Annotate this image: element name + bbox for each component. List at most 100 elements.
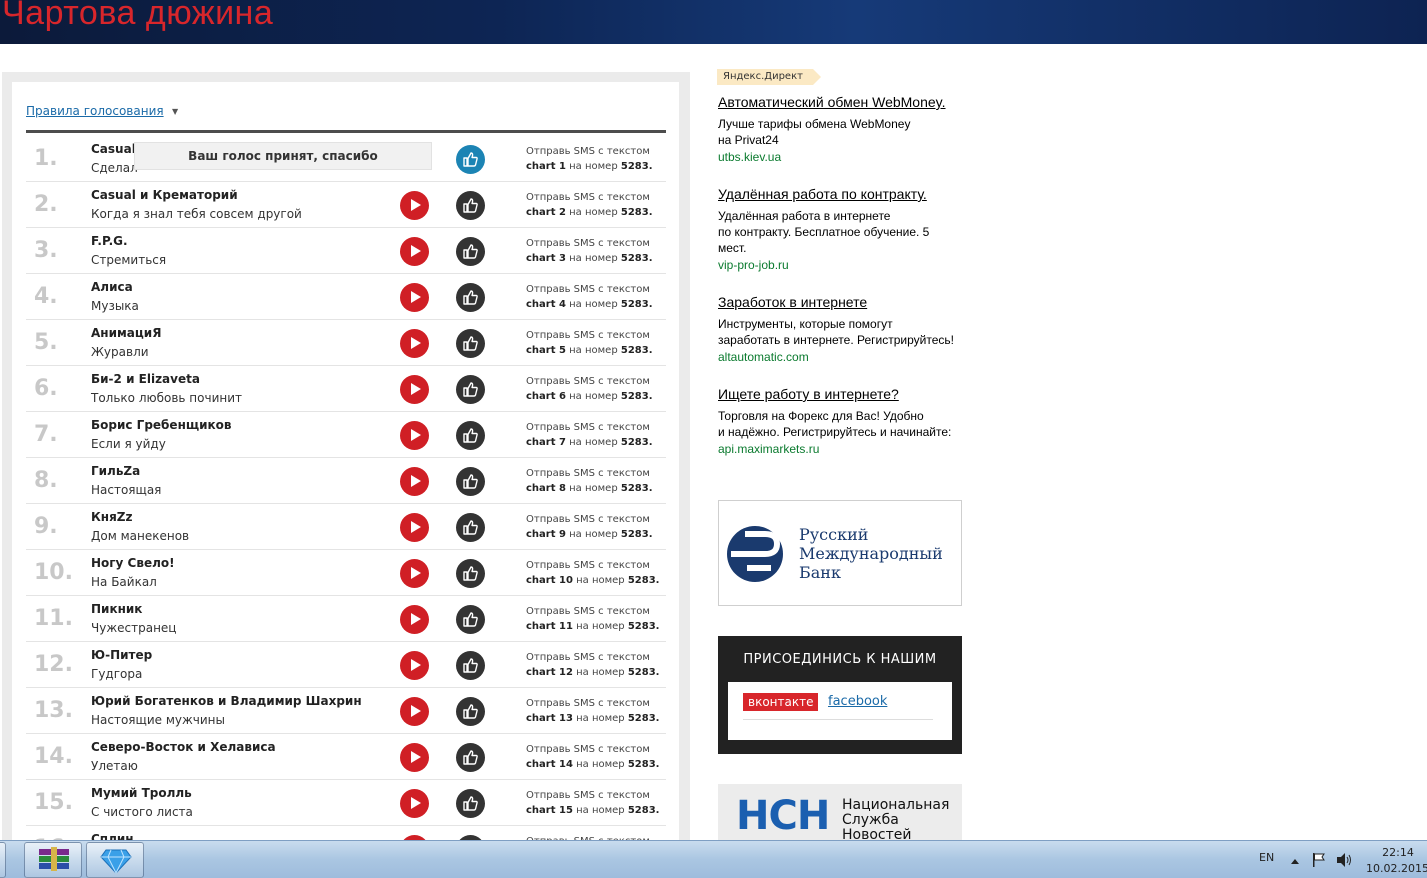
play-button[interactable] <box>400 421 429 450</box>
thumbs-up-icon <box>463 474 478 489</box>
sms-code: chart 11 <box>526 621 573 632</box>
chart-position: 4. <box>34 284 58 309</box>
chart-row: 2. Casual и Крематорий Когда я знал тебя с… <box>26 182 666 228</box>
diamond-icon <box>100 849 132 874</box>
song-title: Стремиться <box>91 253 167 267</box>
speaker-icon[interactable] <box>1335 852 1353 868</box>
play-button[interactable] <box>400 283 429 312</box>
ad-title-link[interactable]: Автоматический обмен WebMoney. <box>718 94 968 110</box>
taskbar-app-button[interactable] <box>86 842 144 878</box>
artist-name: Ю-Питер <box>91 648 153 662</box>
voting-rules-link[interactable]: Правила голосования <box>26 104 164 118</box>
vote-button[interactable] <box>456 743 485 772</box>
sms-number: 5283. <box>627 759 660 770</box>
ad-title-link[interactable]: Удалённая работа по контракту. <box>718 186 968 202</box>
vote-button[interactable] <box>456 697 485 726</box>
play-button[interactable] <box>400 513 429 542</box>
thumbs-up-icon <box>463 750 478 765</box>
ad-url-link[interactable]: altautomatic.com <box>718 350 968 364</box>
play-button[interactable] <box>400 651 429 680</box>
sms-number-label: на номер <box>569 391 618 402</box>
vote-button[interactable] <box>456 467 485 496</box>
sms-code: chart 8 <box>526 483 566 494</box>
thumbs-up-icon <box>463 152 478 167</box>
chart-position: 3. <box>34 238 58 263</box>
yandex-direct-badge[interactable]: Яндекс.Директ <box>717 69 821 85</box>
play-button[interactable] <box>400 237 429 266</box>
artist-name: Casual <box>91 142 136 156</box>
ad-title-link[interactable]: Ищете работу в интернете? <box>718 386 968 402</box>
sms-number-label: на номер <box>569 483 618 494</box>
tray-clock-date[interactable]: 10.02.2015 <box>1366 862 1427 875</box>
vote-button[interactable] <box>456 145 485 174</box>
chart-row: 11. Пикник Чужестранец Отправь SMS с тексто… <box>26 596 666 642</box>
song-title: Когда я знал тебя совсем другой <box>91 207 302 221</box>
sms-number-label: на номер <box>569 437 618 448</box>
chart-row: 13. Юрий Богатенков и Владимир Шахрин Наст… <box>26 688 666 734</box>
song-title: Дом манекенов <box>91 529 190 543</box>
vote-button[interactable] <box>456 651 485 680</box>
ad-title-link[interactable]: Заработок в интернете <box>718 294 968 310</box>
play-button[interactable] <box>400 559 429 588</box>
play-button[interactable] <box>400 375 429 404</box>
chart-position: 9. <box>34 514 58 539</box>
play-button[interactable] <box>400 605 429 634</box>
song-title: Если я уйду <box>91 437 166 451</box>
artist-name: Борис Гребенщиков <box>91 418 232 432</box>
artist-name: Алиса <box>91 280 133 294</box>
sms-code: chart 15 <box>526 805 573 816</box>
tray-language[interactable]: EN <box>1259 851 1274 864</box>
vote-button[interactable] <box>456 375 485 404</box>
sms-code: chart 12 <box>526 667 573 678</box>
chart-row: 8. ГильZa Настоящая Отправь SMS с текстом ch… <box>26 458 666 504</box>
flag-icon[interactable] <box>1311 852 1327 868</box>
sms-code: chart 1 <box>526 161 566 172</box>
play-button[interactable] <box>400 743 429 772</box>
song-title: Чужестранец <box>91 621 177 635</box>
vote-button[interactable] <box>456 559 485 588</box>
vote-button[interactable] <box>456 789 485 818</box>
play-button[interactable] <box>400 697 429 726</box>
start-button[interactable] <box>0 842 6 878</box>
play-button[interactable] <box>400 191 429 220</box>
play-button[interactable] <box>400 467 429 496</box>
vote-button[interactable] <box>456 605 485 634</box>
sms-number: 5283. <box>620 391 653 402</box>
sms-number-label: на номер <box>569 253 618 264</box>
play-button[interactable] <box>400 329 429 358</box>
tray-arrow-up-icon[interactable] <box>1290 857 1300 865</box>
sms-number-label: на номер <box>576 575 625 586</box>
ad-url-link[interactable]: utbs.kiev.ua <box>718 150 968 164</box>
nsn-banner[interactable]: НСН Национальная Служба Новостей <box>718 784 962 844</box>
ad-url-link[interactable]: vip-pro-job.ru <box>718 258 968 272</box>
sms-instruction: Отправь SMS с текстом <box>526 330 650 341</box>
vote-button[interactable] <box>456 283 485 312</box>
facebook-link[interactable]: facebook <box>828 693 887 711</box>
play-button[interactable] <box>400 789 429 818</box>
caret-down-icon[interactable]: ▼ <box>172 107 178 116</box>
vote-button[interactable] <box>456 191 485 220</box>
ad-url-link[interactable]: api.maximarkets.ru <box>718 442 968 456</box>
sms-code-line: chart 15 на номер 5283. <box>526 805 659 816</box>
thumbs-up-icon <box>463 336 478 351</box>
vote-button[interactable] <box>456 513 485 542</box>
bank-banner[interactable]: Русский Международный Банк <box>718 500 962 606</box>
vote-button[interactable] <box>456 237 485 266</box>
chart-position: 12. <box>34 652 73 677</box>
artist-name: АнимациЯ <box>91 326 162 340</box>
site-title[interactable]: Чартова дюжина <box>2 0 273 33</box>
tray-clock-time[interactable]: 22:14 <box>1370 846 1426 859</box>
vote-button[interactable] <box>456 329 485 358</box>
taskbar-winrar-button[interactable] <box>24 842 82 878</box>
sms-instruction: Отправь SMS с текстом <box>526 698 650 709</box>
chart-position: 11. <box>34 606 73 631</box>
sms-code-line: chart 11 на номер 5283. <box>526 621 659 632</box>
vote-button[interactable] <box>456 421 485 450</box>
sms-code-line: chart 8 на номер 5283. <box>526 483 653 494</box>
vkontakte-button[interactable]: вконтакте <box>743 693 819 711</box>
chart-row: 15. Мумий Тролль С чистого листа Отправь SM… <box>26 780 666 826</box>
sms-number: 5283. <box>620 253 653 264</box>
sms-instruction: Отправь SMS с текстом <box>526 238 650 249</box>
song-title: С чистого листа <box>91 805 193 819</box>
artist-name: Casual и Крематорий <box>91 188 238 202</box>
